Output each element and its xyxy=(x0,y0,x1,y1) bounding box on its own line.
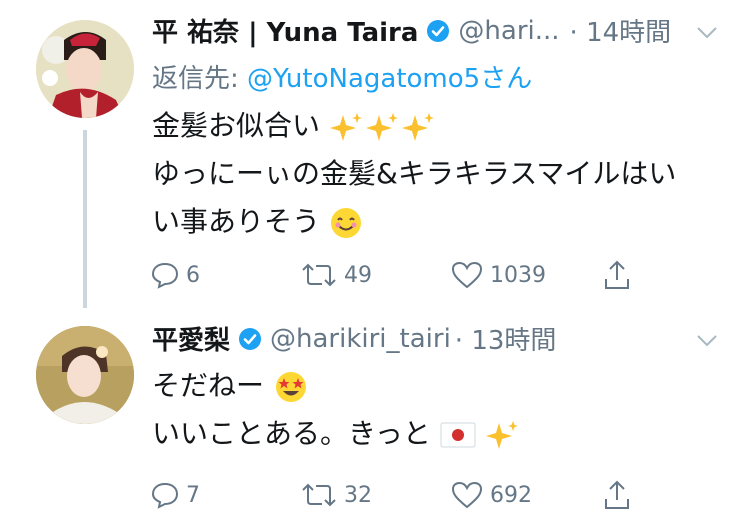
like-button[interactable]: 692 xyxy=(450,480,532,510)
reply-button[interactable]: 7 xyxy=(150,481,200,509)
share-button[interactable] xyxy=(602,479,638,511)
tweet-text-line: そだねー xyxy=(152,362,720,410)
timestamp[interactable]: · 13時間 xyxy=(455,320,557,357)
reply-count: 7 xyxy=(186,482,200,508)
display-name[interactable]: 平愛梨 xyxy=(152,320,230,357)
tweet-text: そだねー いいことある。きっと xyxy=(152,362,720,458)
tweet-text-line: いいことある。きっと xyxy=(152,410,720,458)
reply-icon xyxy=(151,482,179,509)
japan-flag-emoji-icon xyxy=(440,422,476,448)
handle[interactable]: @harikiri_tairi xyxy=(270,324,451,354)
like-count: 692 xyxy=(490,482,532,508)
verified-badge-icon xyxy=(239,327,262,350)
retweet-button[interactable]: 32 xyxy=(300,481,372,509)
heart-icon xyxy=(451,481,483,509)
share-icon xyxy=(605,480,629,509)
sparkles-emoji-icon xyxy=(485,421,518,449)
tweet[interactable]: 平愛梨 @harikiri_tairi · 13時間 そだねー いいことある。き… xyxy=(0,0,750,530)
star-struck-emoji-icon xyxy=(275,372,306,402)
tweet-header: 平愛梨 @harikiri_tairi · 13時間 xyxy=(152,320,556,357)
retweet-icon xyxy=(302,483,336,507)
tweet-actions: 7 32 692 xyxy=(150,478,650,512)
chevron-down-icon[interactable] xyxy=(696,334,718,348)
avatar[interactable] xyxy=(36,326,134,424)
retweet-count: 32 xyxy=(344,482,372,508)
